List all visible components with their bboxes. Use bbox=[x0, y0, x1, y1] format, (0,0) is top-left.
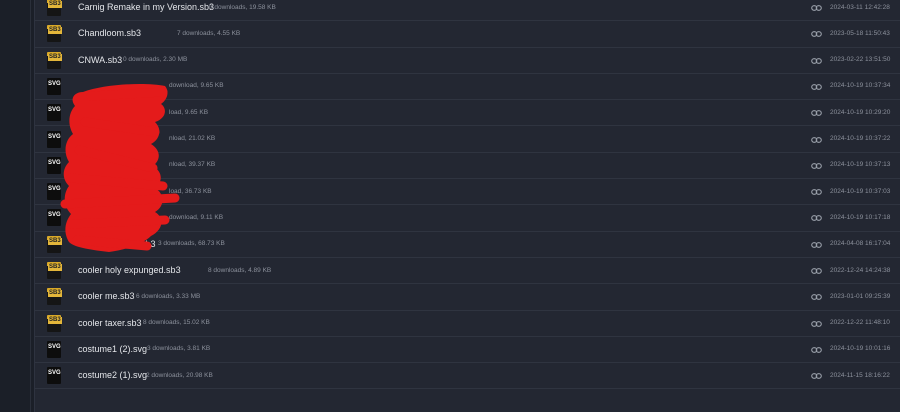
redaction-scribble bbox=[60, 84, 180, 252]
file-list: SB3 Carnig Remake in my Version.sb3 0 down… bbox=[34, 0, 900, 412]
outer-divider bbox=[30, 0, 31, 412]
